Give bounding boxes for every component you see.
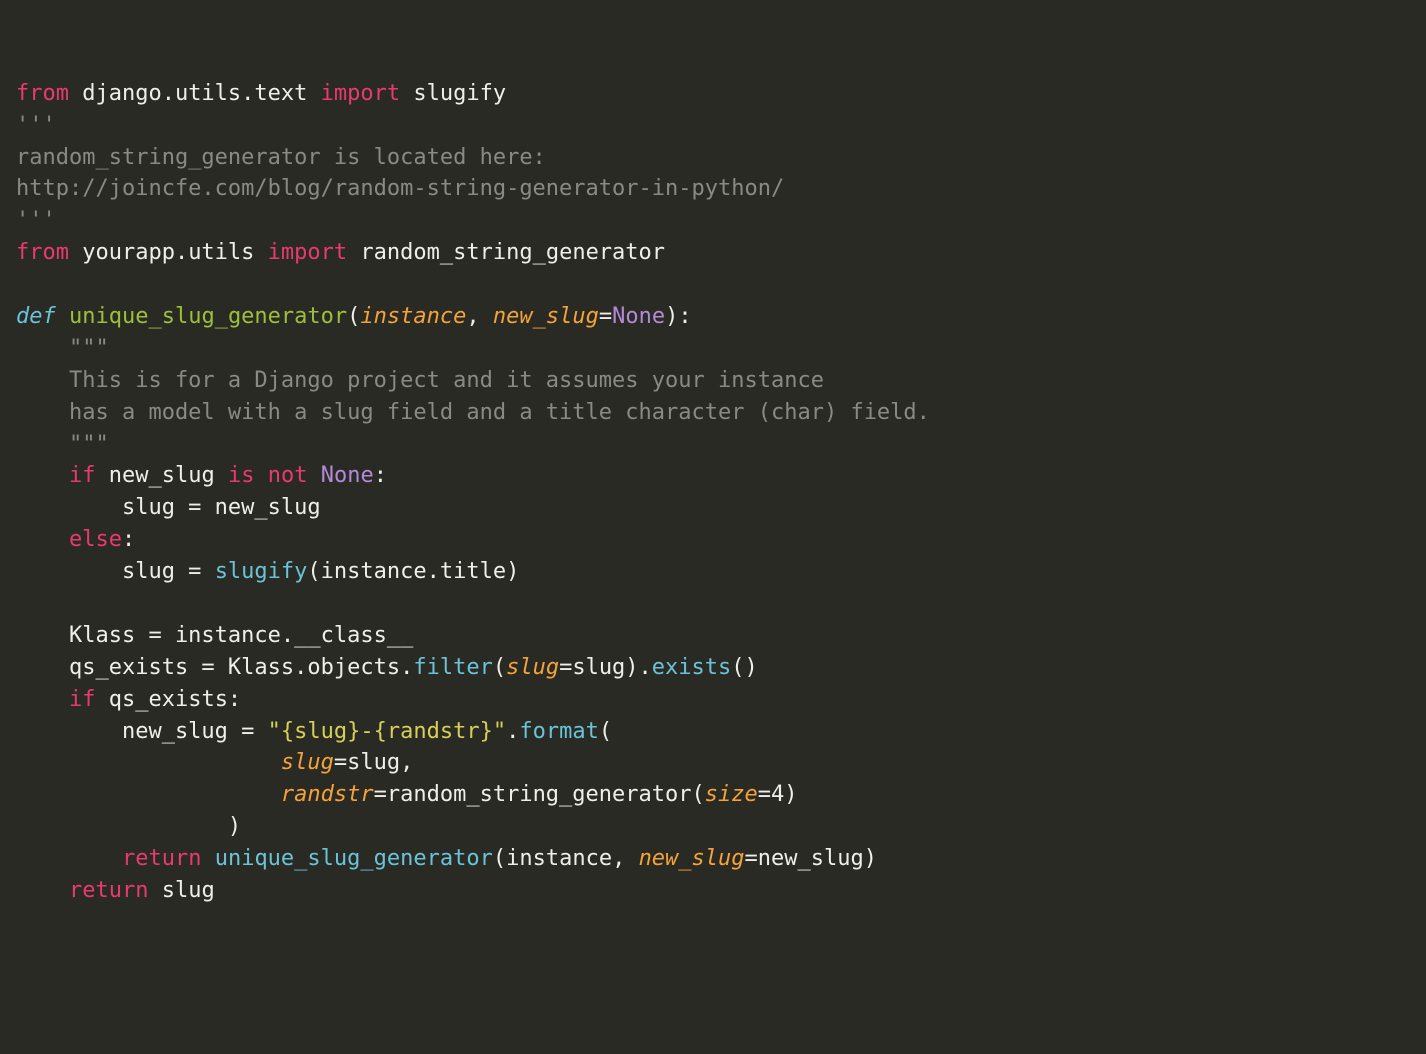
line-26: return slug <box>16 878 215 903</box>
line-16: slug = slugify(instance.title) <box>16 559 519 584</box>
line-22: slug=slug, <box>16 750 413 775</box>
line-10: This is for a Django project and it assu… <box>16 368 837 393</box>
line-05: ''' <box>16 208 56 233</box>
line-24: ) <box>16 814 241 839</box>
line-04: http://joincfe.com/blog/random-string-ge… <box>16 176 784 201</box>
line-08: def unique_slug_generator(instance, new_… <box>16 304 692 329</box>
line-11: has a model with a slug field and a titl… <box>16 400 930 425</box>
line-15: else: <box>16 527 135 552</box>
line-09: """ <box>16 336 109 361</box>
line-19: qs_exists = Klass.objects.filter(slug=sl… <box>16 655 758 680</box>
line-21: new_slug = "{slug}-{randstr}".format( <box>16 719 612 744</box>
code-block: from django.utils.text import slugify ''… <box>16 78 1410 907</box>
line-13: if new_slug is not None: <box>16 463 387 488</box>
line-06: from yourapp.utils import random_string_… <box>16 240 665 265</box>
line-25: return unique_slug_generator(instance, n… <box>16 846 877 871</box>
line-20: if qs_exists: <box>16 687 241 712</box>
line-01: from django.utils.text import slugify <box>16 81 506 106</box>
line-12: """ <box>16 432 109 457</box>
line-03: random_string_generator is located here: <box>16 145 546 170</box>
line-14: slug = new_slug <box>16 495 321 520</box>
line-02: ''' <box>16 113 56 138</box>
line-23: randstr=random_string_generator(size=4) <box>16 782 798 807</box>
line-18: Klass = instance.__class__ <box>16 623 413 648</box>
